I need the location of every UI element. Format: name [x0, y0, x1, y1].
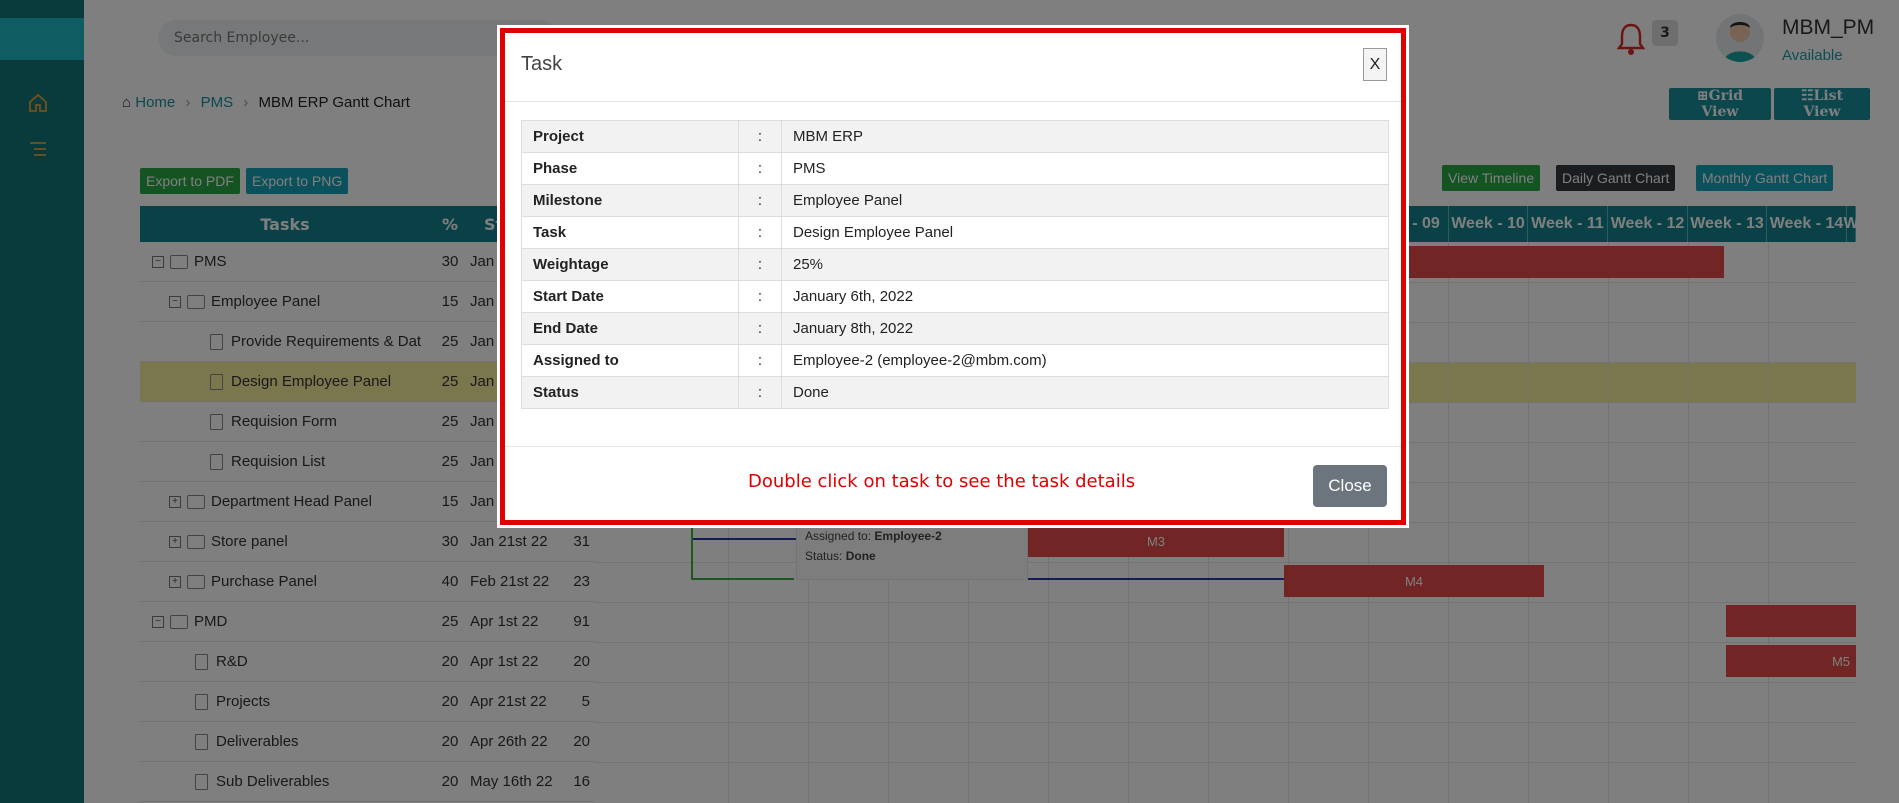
detail-value: Done	[781, 376, 1389, 409]
detail-label: End Date	[521, 312, 739, 345]
detail-label: Task	[521, 216, 739, 249]
detail-row: Milestone: Employee Panel	[521, 184, 1389, 217]
detail-row: Status: Done	[521, 376, 1389, 409]
modal-footer: Double click on task to see the task det…	[505, 446, 1401, 525]
detail-value: Employee-2 (employee-2@mbm.com)	[781, 344, 1389, 377]
detail-row: Start Date: January 6th, 2022	[521, 280, 1389, 313]
detail-row: Assigned to: Employee-2 (employee-2@mbm.c…	[521, 344, 1389, 377]
detail-separator: :	[738, 344, 782, 377]
double-click-hint: Double click on task to see the task det…	[748, 471, 1136, 492]
detail-separator: :	[738, 152, 782, 185]
detail-label: Weightage	[521, 248, 739, 281]
detail-separator: :	[738, 184, 782, 217]
detail-value: Design Employee Panel	[781, 216, 1389, 249]
task-details-table: Project: MBM ERP Phase: PMS Milestone: Empl…	[521, 120, 1389, 409]
detail-label: Start Date	[521, 280, 739, 313]
detail-separator: :	[738, 120, 782, 153]
detail-row: Phase: PMS	[521, 152, 1389, 185]
close-x-button[interactable]: X	[1363, 48, 1387, 81]
detail-value: January 6th, 2022	[781, 280, 1389, 313]
detail-value: PMS	[781, 152, 1389, 185]
detail-separator: :	[738, 216, 782, 249]
detail-row: Weightage:25%	[521, 248, 1389, 281]
detail-value: Employee Panel	[781, 184, 1389, 217]
detail-separator: :	[738, 312, 782, 345]
detail-label: Project	[521, 120, 739, 153]
detail-value: January 8th, 2022	[781, 312, 1389, 345]
detail-value: 25%	[781, 248, 1389, 281]
detail-label: Milestone	[521, 184, 739, 217]
detail-label: Assigned to	[521, 344, 739, 377]
detail-row: End Date: January 8th, 2022	[521, 312, 1389, 345]
detail-row: Task: Design Employee Panel	[521, 216, 1389, 249]
modal-title: Task	[521, 53, 563, 75]
modal-header: Task X	[505, 33, 1401, 102]
detail-separator: :	[738, 280, 782, 313]
detail-label: Status	[521, 376, 739, 409]
close-button[interactable]: Close	[1313, 465, 1387, 507]
detail-separator: :	[738, 248, 782, 281]
detail-separator: :	[738, 376, 782, 409]
detail-label: Phase	[521, 152, 739, 185]
detail-row: Project: MBM ERP	[521, 120, 1389, 153]
task-details-modal: Task X Project: MBM ERP Phase: PMS Milesto…	[498, 26, 1408, 527]
detail-value: MBM ERP	[781, 120, 1389, 153]
